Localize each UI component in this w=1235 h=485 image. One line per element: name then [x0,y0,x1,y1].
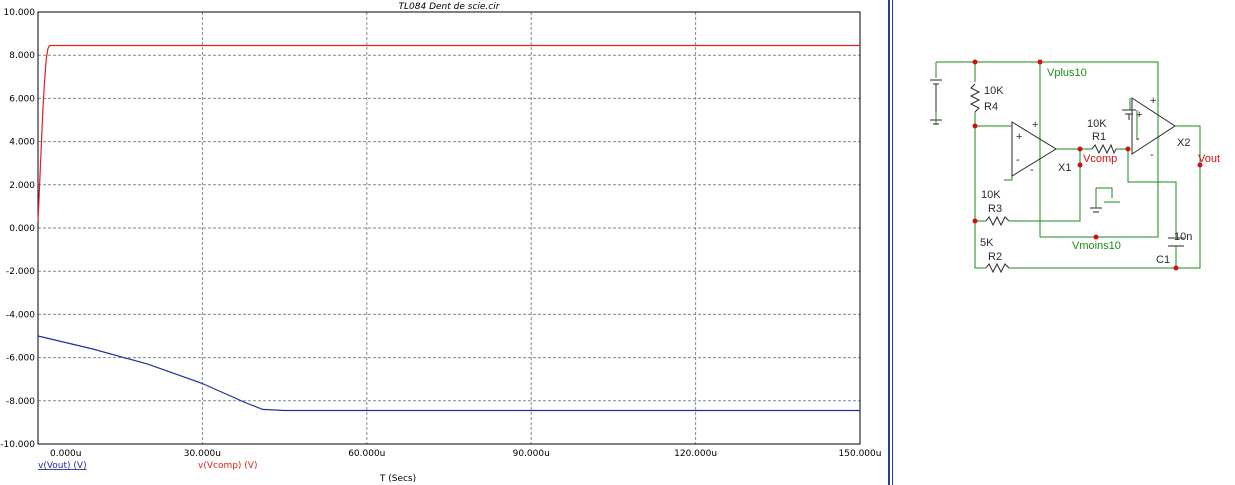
r4-name: R4 [984,101,998,113]
svg-text:+: + [1150,95,1156,107]
circuit-schematic: + - + - + - + - 10K R4 Vplus10 10K R1 Vc… [930,59,1220,274]
schematic-components [930,79,1184,274]
series-line-vcomp [37,44,860,222]
plot-area: 10.000 8.000 6.000 4.000 2.000 0.000 -2.000 -4.… [0,2,882,484]
y-tick-label: 4.000 [9,138,35,148]
y-tick-label: 6.000 [9,94,35,104]
vcomp-label: Vcomp [1083,153,1117,165]
y-tick-label: 10.000 [4,8,36,18]
y-tick-label: 2.000 [9,181,35,191]
chart-title: TL084 Dent de scie.cir [399,2,501,12]
r1-name: R1 [1092,131,1106,143]
grid-lines [38,12,860,444]
c1-value: 10n [1174,231,1192,243]
legend-vout[interactable]: v(Vout) (V) [38,461,87,471]
y-tick-label: -10.000 [0,440,35,450]
pane-divider[interactable] [888,0,890,485]
svg-text:-: - [1030,164,1034,176]
pane-divider-edge [892,0,893,485]
legend-vcomp[interactable]: v(Vcomp) (V) [198,461,257,471]
x-tick-label: 60.000u [348,449,385,459]
svg-text:-: - [1150,149,1154,161]
r4-value: 10K [984,85,1004,97]
x1-label: X1 [1058,162,1071,174]
schematic-nodes [972,59,1203,271]
vplus-label: Vplus10 [1047,67,1087,79]
x-tick-label: 120.000u [674,449,717,459]
x2-label: X2 [1177,137,1190,149]
x-tick-label: 0.000u [50,449,81,459]
schematic-labels: 10K R4 Vplus10 10K R1 Vcomp X1 X2 Vout 1… [980,67,1220,266]
svg-text:-: - [1136,133,1140,145]
x-tick-label: 150.000u [839,449,882,459]
series-line-vout [37,335,860,412]
vout-label: Vout [1198,153,1220,165]
r3-value: 10K [981,189,1001,201]
y-tick-label: -4.000 [6,310,35,320]
x-tick-label: 30.000u [184,449,221,459]
y-tick-label: 8.000 [9,51,35,61]
r1-value: 10K [1087,118,1107,130]
svg-text:+: + [1032,119,1038,131]
svg-text:+: + [1136,109,1142,121]
r2-value: 5K [980,237,994,249]
x-axis-label: T (Secs) [379,474,416,484]
x-tick-label: 90.000u [513,449,550,459]
r3-name: R3 [988,203,1002,215]
vmoins-label: Vmoins10 [1072,240,1121,252]
y-tick-label: -8.000 [6,397,35,407]
svg-text:-: - [1016,154,1020,166]
c1-name: C1 [1156,254,1170,266]
svg-text:+: + [1016,131,1022,143]
y-tick-label: -6.000 [6,354,35,364]
y-tick-label: 0.000 [9,224,35,234]
y-tick-label: -2.000 [6,267,35,277]
r2-name: R2 [988,251,1002,263]
